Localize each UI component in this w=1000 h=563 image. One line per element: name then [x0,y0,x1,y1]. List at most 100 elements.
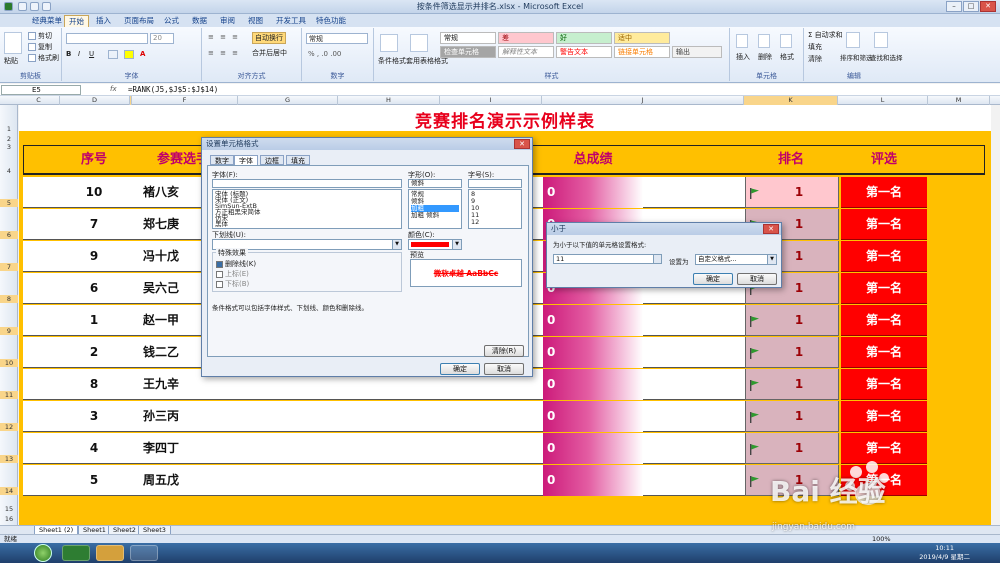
format-cells-button[interactable]: 格式 [780,52,794,62]
tab-special[interactable]: 特色功能 [312,15,350,27]
bold-button[interactable]: B [66,50,71,58]
autosum-button[interactable]: Σ 自动求和 [808,30,843,40]
format-ok-button[interactable]: 确定 [440,363,480,375]
wrap-text-button[interactable]: 自动换行 [252,32,286,44]
header-rank[interactable]: 排名 [745,145,837,175]
conditional-format-icon[interactable] [380,34,398,52]
size-list-item[interactable]: 12 [471,219,479,226]
format-cells-icon[interactable] [780,34,792,48]
collapse-dialog-icon[interactable] [653,254,662,264]
format-style-dropdown[interactable]: 自定义格式... ▼ [695,254,777,265]
less-dialog-close-button[interactable]: ✕ [763,224,779,234]
row-header-selected[interactable]: 6 [0,231,18,239]
tab-developer[interactable]: 开发工具 [272,15,310,27]
insert-cells-icon[interactable] [736,34,748,48]
name-box[interactable]: E5 [1,85,81,95]
table-cell[interactable] [643,465,745,496]
excel-task-icon[interactable] [62,545,90,561]
table-cell[interactable] [643,305,745,336]
name-cell[interactable]: 李四丁 [143,433,223,464]
name-cell[interactable]: 周五戊 [143,465,223,496]
tab-data[interactable]: 数据 [188,15,211,27]
row-header[interactable]: 3 [0,143,18,151]
font-name-dropdown[interactable] [66,33,148,44]
seq-cell[interactable]: 8 [59,369,129,400]
underline-button[interactable]: U [89,50,94,58]
less-ok-button[interactable]: 确定 [693,273,733,285]
row-header-selected[interactable]: 9 [0,327,18,335]
color-dropdown[interactable]: ▼ [408,239,462,250]
total-databar[interactable] [543,369,643,400]
tab-review[interactable]: 审阅 [216,15,239,27]
formula-input[interactable]: =RANK(J5,$J$5:$J$14) [128,85,218,94]
row-header-selected[interactable]: 10 [0,359,18,367]
row-header[interactable]: 4 [0,167,18,175]
header-eval[interactable]: 评选 [839,145,929,175]
size-input[interactable] [468,179,522,188]
format-cancel-button[interactable]: 取消 [484,363,524,375]
seq-cell[interactable]: 3 [59,401,129,432]
column-header[interactable]: M [928,96,990,105]
row-header-selected[interactable]: 8 [0,295,18,303]
column-header[interactable]: D [60,96,130,105]
seq-cell[interactable]: 6 [59,273,129,304]
total-cell[interactable]: 0 [547,433,555,464]
column-header[interactable]: I [440,96,542,105]
border-icon[interactable] [108,50,118,59]
table-cell[interactable] [643,337,745,368]
row-header-selected[interactable]: 12 [0,423,18,431]
superscript-checkbox[interactable]: 上标(E) [216,269,249,279]
percent-icons[interactable]: % , .0 .00 [308,50,341,58]
merge-center-button[interactable]: 合并后居中 [252,48,287,58]
style-bad[interactable]: 差 [498,32,554,44]
header-seq[interactable]: 序号 [59,145,129,175]
seq-cell[interactable]: 10 [59,177,129,208]
maximize-button[interactable]: □ [963,1,979,12]
row-header-selected[interactable]: 11 [0,391,18,399]
row-header-selected[interactable]: 14 [0,487,18,495]
italic-button[interactable]: I [78,50,80,58]
row-header[interactable]: 1 [0,125,18,133]
seq-cell[interactable]: 1 [59,305,129,336]
copy-button[interactable]: 复制 [28,42,52,52]
insert-cells-button[interactable]: 插入 [736,52,750,62]
start-button[interactable] [34,544,52,562]
format-dialog-close-button[interactable]: ✕ [514,139,530,149]
fill-color-icon[interactable] [124,50,134,59]
column-header[interactable]: C [18,96,60,105]
align-left-icons[interactable]: ≡ ≡ ≡ [208,49,240,57]
less-cancel-button[interactable]: 取消 [737,273,777,285]
tab-classic-menu[interactable]: 经典菜单 [28,15,66,27]
less-value-input[interactable]: 11 [553,254,659,264]
conditional-format-button[interactable]: 条件格式 [378,56,406,66]
sort-filter-button[interactable]: 排序和筛选 [840,52,873,62]
style-output[interactable]: 输出 [672,46,722,58]
table-format-icon[interactable] [410,34,428,52]
total-databar[interactable] [543,177,643,208]
format-tab-fill[interactable]: 填充 [286,155,310,165]
style-linked-cell[interactable]: 链接单元格 [614,46,670,58]
style-input[interactable]: 倾斜 [408,179,462,188]
total-databar[interactable] [543,433,643,464]
number-format-dropdown[interactable]: 常规 [306,33,368,44]
tab-formulas[interactable]: 公式 [160,15,183,27]
column-header[interactable]: G [238,96,338,105]
header-total[interactable]: 总成绩 [543,145,643,175]
total-cell[interactable]: 0 [547,305,555,336]
column-header-selected[interactable]: K [744,96,838,105]
seq-cell[interactable]: 4 [59,433,129,464]
eval-cell[interactable]: 第一名 [841,209,927,240]
tab-home[interactable]: 开始 [64,15,89,27]
sort-filter-icon[interactable] [846,32,860,48]
seq-cell[interactable]: 2 [59,337,129,368]
find-select-button[interactable]: 查找和选择 [870,52,903,62]
cut-button[interactable]: 剪切 [28,31,52,41]
column-header[interactable]: J [542,96,744,105]
font-input[interactable] [212,179,402,188]
sheet-title[interactable]: 竞赛排名演示示例样表 [19,107,991,132]
close-button[interactable]: ✕ [980,1,996,12]
row-header[interactable]: 16 [0,515,18,523]
style-neutral[interactable]: 适中 [614,32,670,44]
tab-insert[interactable]: 插入 [92,15,115,27]
font-list[interactable]: 宋体 (标题) 宋体 (正文) SimSun-ExtB 方正粗黑宋简体 仿宋 黑… [212,189,402,229]
